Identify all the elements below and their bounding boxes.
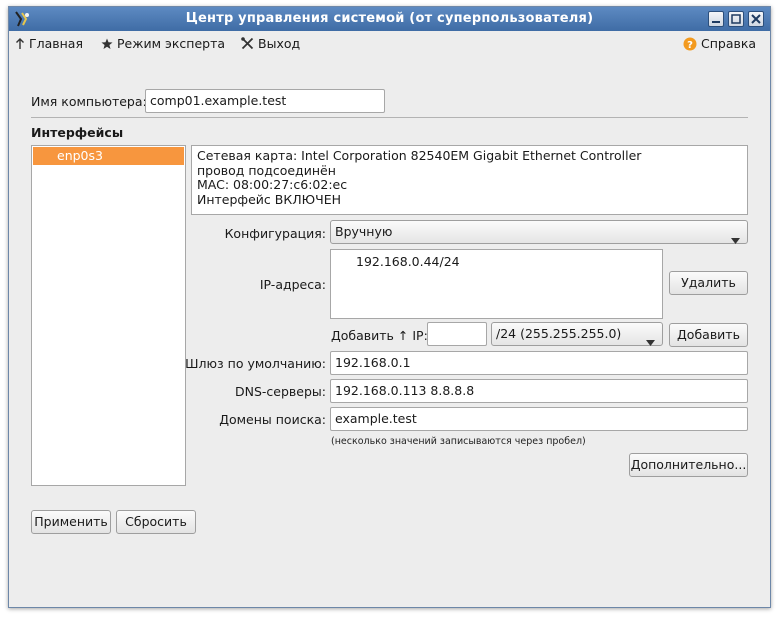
chevron-down-icon [731, 229, 740, 250]
arrow-up-icon [15, 37, 25, 50]
info-line-adapter: Сетевая карта: Intel Corporation 82540EM… [197, 148, 642, 163]
menu-help-label: Справка [701, 36, 757, 51]
separator [31, 117, 748, 118]
netmask-value: /24 (255.255.255.0) [496, 326, 622, 341]
search-domains-hint: (несколько значений записываются через п… [331, 436, 586, 447]
search-domains-input[interactable]: example.test [330, 407, 748, 431]
title-bar[interactable]: Центр управления системой (от суперпольз… [9, 7, 770, 31]
svg-text:?: ? [687, 40, 693, 51]
ip-addresses-list[interactable]: 192.168.0.44/24 [330, 249, 663, 319]
menu-expert-mode[interactable]: Режим эксперта [101, 36, 225, 51]
ip-addresses-label: IP-адреса: [259, 277, 326, 292]
menu-home[interactable]: Главная [15, 36, 83, 51]
hostname-label: Имя компьютера: [31, 94, 147, 109]
hostname-input[interactable]: comp01.example.test [145, 89, 385, 113]
menu-expert-label: Режим эксперта [117, 36, 226, 51]
interfaces-list[interactable]: enp0s3 [31, 145, 186, 486]
reset-button[interactable]: Сбросить [116, 510, 196, 534]
add-ip-button[interactable]: Добавить [669, 323, 748, 347]
ip-address-item[interactable]: 192.168.0.44/24 [356, 254, 460, 269]
star-icon [101, 38, 113, 50]
window-title: Центр управления системой (от суперпольз… [185, 11, 594, 26]
menu-help[interactable]: ? Справка [683, 36, 756, 51]
add-ip-input[interactable] [427, 322, 487, 346]
dns-label: DNS-серверы: [235, 384, 326, 399]
interfaces-heading: Интерфейсы [31, 125, 124, 140]
interface-info-box: Сетевая карта: Intel Corporation 82540EM… [191, 145, 748, 215]
advanced-button[interactable]: Дополнительно... [629, 453, 748, 477]
gateway-input[interactable]: 192.168.0.1 [330, 351, 748, 375]
delete-ip-button[interactable]: Удалить [669, 271, 748, 295]
tools-icon [241, 37, 254, 50]
apply-button[interactable]: Применить [31, 510, 111, 534]
control-center-window: Центр управления системой (от суперпольз… [8, 6, 771, 608]
config-label: Конфигурация: [224, 226, 326, 241]
menu-exit[interactable]: Выход [241, 36, 300, 51]
menu-bar: Главная Режим эксперта Выход ? Справка [9, 31, 770, 57]
config-combo[interactable]: Вручную [330, 220, 748, 244]
interface-item-enp0s3[interactable]: enp0s3 [33, 147, 184, 165]
gateway-label: Шлюз по умолчанию: [185, 356, 326, 371]
config-value: Вручную [335, 224, 393, 239]
info-line-state: Интерфейс ВКЛЮЧЕН [197, 191, 341, 207]
maximize-button[interactable] [728, 11, 744, 27]
netmask-combo[interactable]: /24 (255.255.255.0) [491, 322, 663, 346]
help-icon: ? [683, 37, 697, 51]
add-ip-label: Добавить ↑ IP: [331, 328, 428, 343]
menu-exit-label: Выход [258, 36, 301, 51]
dns-input[interactable]: 192.168.0.113 8.8.8.8 [330, 379, 748, 403]
search-domains-label: Домены поиска: [219, 412, 326, 427]
info-line-cable: провод подсоединён [197, 162, 336, 178]
info-line-mac: MAC: 08:00:27:c6:02:ec [197, 177, 348, 192]
chevron-down-icon [646, 331, 655, 352]
minimize-button[interactable] [708, 11, 724, 27]
close-button[interactable] [748, 11, 764, 27]
menu-home-label: Главная [29, 36, 83, 51]
